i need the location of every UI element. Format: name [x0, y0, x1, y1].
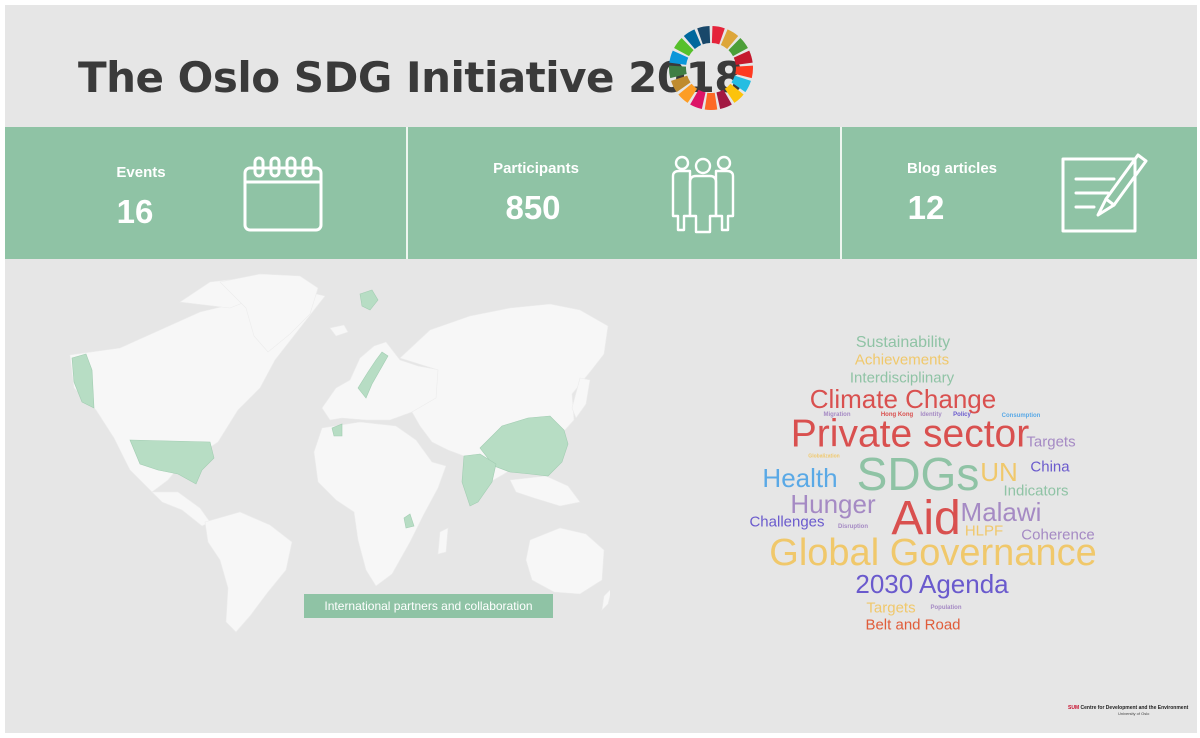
- word-cloud-term: Disruption: [838, 524, 868, 530]
- map-india: [461, 453, 497, 507]
- dashboard-canvas: The Oslo SDG Initiative 2018 Events 16 P…: [5, 5, 1197, 733]
- word-cloud-term: Global Governance: [769, 532, 1097, 574]
- stat-events-value: 16: [116, 193, 154, 230]
- word-cloud-term: Challenges: [749, 513, 825, 531]
- footer-logo: SUM Centre for Development and the Envir…: [1068, 705, 1188, 716]
- stat-participants: Participants 850: [408, 127, 840, 259]
- word-cloud-term: Health: [762, 463, 838, 493]
- footer-university: University of Oslo: [1118, 711, 1150, 716]
- world-map: [69, 273, 610, 633]
- stat-blog-articles-value: 12: [907, 189, 945, 226]
- map-south-america: [204, 511, 293, 633]
- stat-blog-articles: Blog articles 12: [842, 127, 1197, 259]
- stat-participants-label: Participants: [493, 160, 579, 177]
- word-cloud-term: Climate Change: [809, 384, 997, 414]
- sdg-wheel-logo: [669, 26, 753, 110]
- map-new-zealand: [601, 589, 610, 611]
- sdg-wheel-segment: [735, 65, 753, 79]
- stats-band: Events 16 Participants 850 Blog articles…: [5, 127, 1197, 259]
- document-edit-icon: [1061, 153, 1148, 233]
- word-cloud-term: Achievements: [854, 351, 950, 369]
- map-central-america: [151, 491, 211, 527]
- word-cloud-term: Sustainability: [855, 334, 951, 351]
- people-icon: [671, 155, 735, 234]
- map-africa: [313, 421, 447, 587]
- word-cloud-term: Targets: [866, 599, 916, 617]
- map-southeast-asia: [509, 475, 581, 507]
- sdg-wheel-segment: [704, 92, 718, 110]
- map-caption: International partners and collaboration: [304, 594, 553, 618]
- word-cloud-term: Targets: [1026, 433, 1076, 451]
- stat-events: Events 16: [5, 127, 407, 259]
- stat-events-label: Events: [116, 164, 166, 181]
- word-cloud-term: Globalization: [808, 453, 840, 460]
- map-iceland: [329, 324, 349, 337]
- calendar-icon: [243, 156, 323, 232]
- word-cloud-term: Belt and Road: [865, 616, 961, 634]
- map-madagascar: [437, 527, 449, 555]
- map-greenland-highlight: [359, 289, 379, 311]
- word-cloud-term: UN: [980, 457, 1018, 487]
- word-cloud: Sustainability Achievements Interdisciplin…: [725, 325, 1145, 645]
- map-norway-south: [331, 423, 343, 437]
- map-australia: [525, 527, 605, 595]
- word-cloud-term: Population: [930, 605, 962, 611]
- word-cloud-term: China: [1030, 458, 1070, 476]
- word-cloud-term: Malawi: [960, 497, 1042, 527]
- footer-org-prefix: SUM: [1068, 705, 1080, 711]
- sdg-wheel-segment: [669, 65, 687, 79]
- page-title: The Oslo SDG Initiative 2018: [78, 53, 744, 102]
- stat-participants-value: 850: [505, 189, 561, 226]
- word-cloud-term: 2030 Agenda: [855, 569, 1009, 599]
- stat-blog-articles-label: Blog articles: [906, 160, 998, 177]
